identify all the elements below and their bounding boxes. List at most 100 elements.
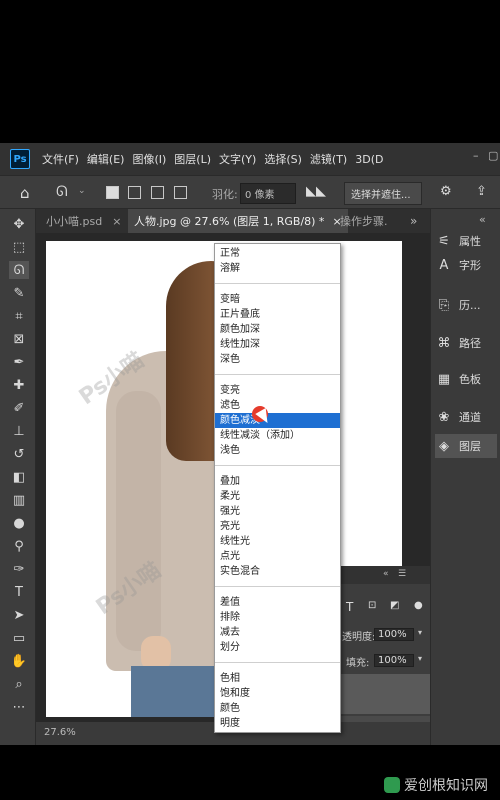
zoom-level[interactable]: 27.6%	[44, 727, 76, 738]
close-icon[interactable]: ×	[112, 215, 121, 228]
menu-select[interactable]: 选择(S)	[264, 151, 302, 167]
blend-mode-option[interactable]: 叠加	[215, 474, 340, 489]
blend-mode-option[interactable]: 变亮	[215, 383, 340, 398]
blend-mode-option[interactable]: 溶解	[215, 261, 340, 276]
character-icon: A	[439, 257, 449, 273]
blend-mode-option[interactable]: 色相	[215, 671, 340, 686]
menu-image[interactable]: 图像(I)	[132, 151, 166, 167]
blend-mode-option[interactable]: 正常	[215, 246, 340, 261]
panel-layers[interactable]: ◈ 图层	[435, 434, 497, 458]
swatches-icon: ▦	[437, 371, 451, 387]
panel-properties[interactable]: ⚟ 属性	[435, 229, 497, 253]
blend-mode-option[interactable]: 变暗	[215, 292, 340, 307]
healing-brush-icon[interactable]: ✚	[9, 376, 29, 394]
blend-mode-option[interactable]: 颜色	[215, 701, 340, 716]
hand-tool-icon[interactable]: ✋	[9, 652, 29, 670]
menu-layer[interactable]: 图层(L)	[174, 151, 211, 167]
tab-actions[interactable]: 操作步骤.	[334, 209, 394, 233]
feather-input[interactable]: 0 像素	[240, 183, 296, 204]
expand-panels-icon[interactable]: «	[479, 213, 486, 226]
blend-mode-option[interactable]: 柔光	[215, 489, 340, 504]
panel-glyphs[interactable]: A 字形	[435, 253, 497, 277]
blend-mode-option[interactable]: 减去	[215, 625, 340, 640]
chevron-down-icon[interactable]: ▾	[418, 654, 422, 663]
blend-mode-option[interactable]: 点光	[215, 549, 340, 564]
restore-icon[interactable]: ▢	[488, 149, 500, 162]
chevron-down-icon[interactable]: ▾	[418, 628, 422, 637]
subtract-selection-icon[interactable]	[151, 186, 164, 199]
magic-wand-icon[interactable]: ✎	[9, 284, 29, 302]
pen-tool-icon[interactable]: ✑	[9, 560, 29, 578]
panel-paths[interactable]: ⌘ 路径	[435, 331, 497, 355]
tab-label: 小小喵.psd	[46, 215, 103, 228]
tabs-overflow-icon[interactable]: »	[410, 214, 417, 228]
frame-tool-icon[interactable]: ⊠	[9, 330, 29, 348]
blend-mode-option[interactable]: 亮光	[215, 519, 340, 534]
home-icon[interactable]: ⌂	[20, 184, 30, 202]
type-tool-icon[interactable]: T	[9, 583, 29, 601]
marquee-tool-icon[interactable]: ⬚	[9, 238, 29, 256]
dodge-tool-icon[interactable]: ⚲	[9, 537, 29, 555]
menu-type[interactable]: 文字(Y)	[219, 151, 256, 167]
path-selection-icon[interactable]: ➤	[9, 606, 29, 624]
blend-mode-option[interactable]: 正片叠底	[215, 307, 340, 322]
blend-mode-option[interactable]: 颜色加深	[215, 322, 340, 337]
add-selection-icon[interactable]	[128, 186, 141, 199]
blend-mode-option[interactable]: 明度	[215, 716, 340, 731]
layers-panel: « ☰ T ⊡ ◩ ● 透明度: 100% ▾ 填充: 100% ▾ ▭ ⊞ 🗑	[338, 566, 430, 781]
tab-document-jpg[interactable]: 人物.jpg @ 27.6% (图层 1, RGB/8) * ×	[128, 209, 348, 233]
blend-mode-option[interactable]: 浅色	[215, 443, 340, 458]
clone-stamp-icon[interactable]: ⊥	[9, 422, 29, 440]
share-icon[interactable]: ⇪	[476, 184, 487, 199]
panel-channels[interactable]: ❀ 通道	[435, 405, 497, 429]
menu-edit[interactable]: 编辑(E)	[87, 151, 125, 167]
shape-tool-icon[interactable]: ▭	[9, 629, 29, 647]
blend-mode-option[interactable]: 差值	[215, 595, 340, 610]
tool-preset-chevron-icon[interactable]: ⌄	[78, 186, 86, 196]
blend-mode-option[interactable]: 线性光	[215, 534, 340, 549]
settings-gear-icon[interactable]: ⚙	[440, 184, 452, 199]
lasso-tool-icon[interactable]: ᘏ	[9, 261, 29, 279]
move-tool-icon[interactable]: ✥	[9, 215, 29, 233]
blend-mode-option[interactable]: 滤色	[215, 398, 340, 413]
crop-tool-icon[interactable]: ⌗	[9, 307, 29, 325]
menu-3d[interactable]: 3D(D	[355, 153, 383, 166]
collapse-icon[interactable]: «	[383, 569, 389, 579]
new-selection-icon[interactable]	[106, 186, 119, 199]
zoom-tool-icon[interactable]: ⌕	[9, 675, 29, 693]
menu-filter[interactable]: 滤镜(T)	[310, 151, 347, 167]
shape-filter-icon[interactable]: ⊡	[368, 600, 376, 611]
blend-mode-option[interactable]: 线性加深	[215, 337, 340, 352]
smart-filter-icon[interactable]: ◩	[390, 600, 399, 611]
panel-swatches[interactable]: ▦ 色板	[435, 367, 497, 391]
layer-row[interactable]	[338, 674, 430, 714]
fill-input[interactable]: 100%	[374, 654, 414, 667]
type-filter-icon[interactable]: T	[346, 600, 353, 614]
menu-file[interactable]: 文件(F)	[42, 151, 79, 167]
intersect-selection-icon[interactable]	[174, 186, 187, 199]
anti-alias-icon[interactable]: ◣◣	[306, 184, 326, 199]
blend-mode-option[interactable]: 线性减淡（添加）	[215, 428, 340, 443]
select-and-mask-button[interactable]: 选择并遮住...	[344, 182, 422, 205]
filter-toggle-icon[interactable]: ●	[414, 600, 423, 611]
brush-tool-icon[interactable]: ✐	[9, 399, 29, 417]
blur-tool-icon[interactable]: ●	[9, 514, 29, 532]
blend-mode-option[interactable]: 颜色减淡	[215, 413, 340, 428]
eraser-tool-icon[interactable]: ◧	[9, 468, 29, 486]
history-brush-icon[interactable]: ↺	[9, 445, 29, 463]
blend-mode-option[interactable]: 深色	[215, 352, 340, 367]
tab-document-psd[interactable]: 小小喵.psd ×	[40, 209, 127, 233]
blend-mode-option[interactable]: 划分	[215, 640, 340, 655]
blend-mode-option[interactable]: 强光	[215, 504, 340, 519]
blend-mode-option[interactable]: 饱和度	[215, 686, 340, 701]
opacity-input[interactable]: 100%	[374, 628, 414, 641]
more-tools-icon[interactable]: ⋯	[9, 698, 29, 716]
gradient-tool-icon[interactable]: ▥	[9, 491, 29, 509]
blend-mode-option[interactable]: 排除	[215, 610, 340, 625]
panel-menu-icon[interactable]: ☰	[398, 569, 406, 579]
blend-mode-option[interactable]: 实色混合	[215, 564, 340, 579]
eyedropper-icon[interactable]: ✒	[9, 353, 29, 371]
panel-history[interactable]: ⎘ 历...	[435, 293, 497, 317]
lasso-tool-icon[interactable]: ᘏ	[56, 184, 68, 200]
minimize-icon[interactable]: –	[473, 149, 485, 162]
